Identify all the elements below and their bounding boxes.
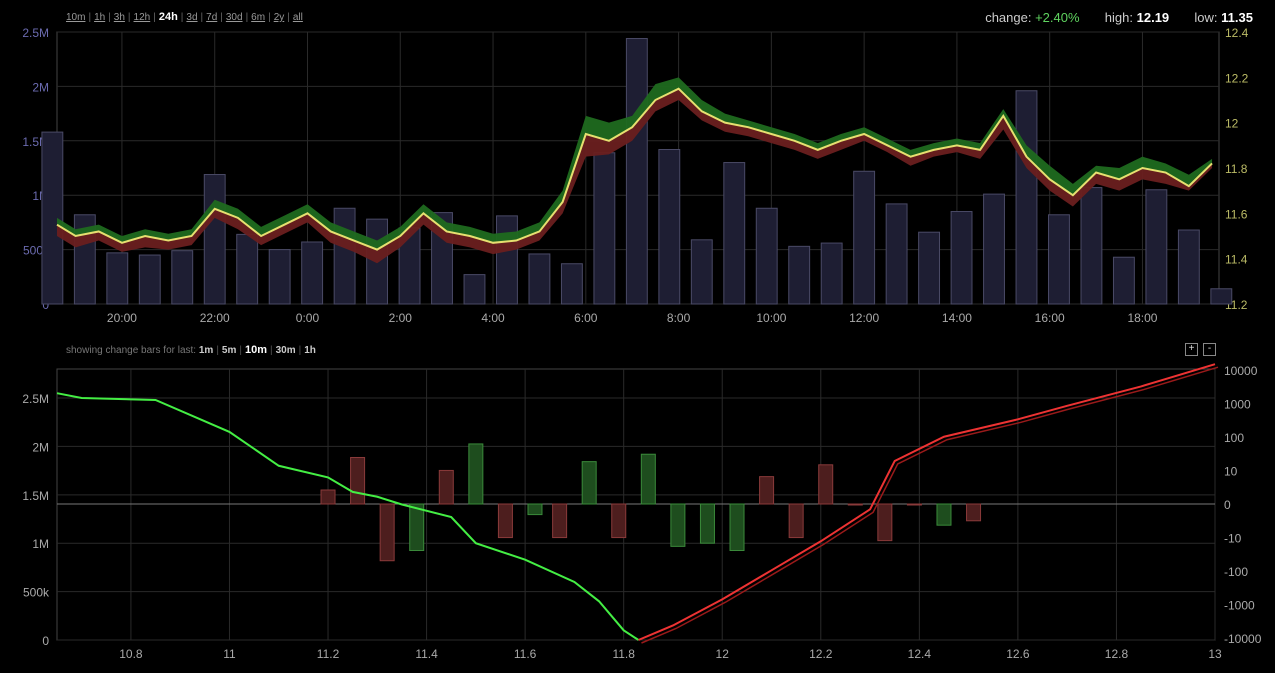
depth-x-tick: 13 <box>1208 647 1222 661</box>
change-bar <box>818 464 834 505</box>
change-bar <box>581 461 597 505</box>
change-bar <box>527 503 543 516</box>
change-bar <box>438 469 454 505</box>
change-bar <box>611 503 627 539</box>
depth-x-tick: 12.2 <box>809 647 833 661</box>
change-bar <box>936 503 952 526</box>
depth-y-right-tick: -10 <box>1224 532 1242 546</box>
depth-y-left-tick: 1M <box>32 537 49 551</box>
change-bar <box>670 503 686 547</box>
depth-y-right-tick: 1000 <box>1224 398 1251 412</box>
change-bar <box>379 503 395 562</box>
depth-y-right-tick: 100 <box>1224 431 1244 445</box>
depth-y-right-tick: -100 <box>1224 565 1248 579</box>
depth-y-left-tick: 2.5M <box>22 392 49 406</box>
change-bar <box>877 503 893 542</box>
depth-y-right-tick: -10000 <box>1224 632 1262 646</box>
depth-y-right-tick: 10000 <box>1224 364 1258 378</box>
depth-y-right-tick: -1000 <box>1224 599 1255 613</box>
change-bar <box>409 503 425 552</box>
depth-x-tick: 12.6 <box>1006 647 1030 661</box>
change-bar <box>320 489 336 505</box>
change-bar <box>699 503 715 544</box>
depth-y-left-tick: 2M <box>32 440 49 454</box>
change-bar <box>847 503 863 506</box>
depth-chart: 0500k1M1.5M2M2.5M100001000100100-10-100-… <box>22 363 1262 661</box>
change-bar <box>350 456 366 505</box>
depth-x-tick: 11.2 <box>317 647 340 661</box>
depth-x-tick: 11.4 <box>415 647 438 661</box>
change-bar <box>966 503 982 522</box>
change-bar <box>468 443 484 505</box>
change-bar <box>906 503 922 506</box>
depth-x-tick: 12.4 <box>908 647 932 661</box>
change-bar <box>788 503 804 539</box>
depth-y-right-tick: 0 <box>1224 498 1231 512</box>
depth-x-tick: 12.8 <box>1105 647 1129 661</box>
change-bar <box>640 453 656 505</box>
change-bar <box>729 503 745 552</box>
depth-x-tick: 10.8 <box>119 647 143 661</box>
depth-x-tick: 11 <box>223 647 236 661</box>
depth-x-tick: 11.8 <box>612 647 635 661</box>
depth-x-tick: 12 <box>716 647 730 661</box>
depth-y-left-tick: 1.5M <box>22 489 49 503</box>
depth-y-left-tick: 500k <box>23 586 50 600</box>
change-bar <box>759 476 775 505</box>
change-bar <box>497 503 513 539</box>
change-bar <box>552 503 568 539</box>
depth-y-right-tick: 10 <box>1224 465 1238 479</box>
depth-x-tick: 11.6 <box>514 647 537 661</box>
depth-y-left-tick: 0 <box>42 634 49 648</box>
